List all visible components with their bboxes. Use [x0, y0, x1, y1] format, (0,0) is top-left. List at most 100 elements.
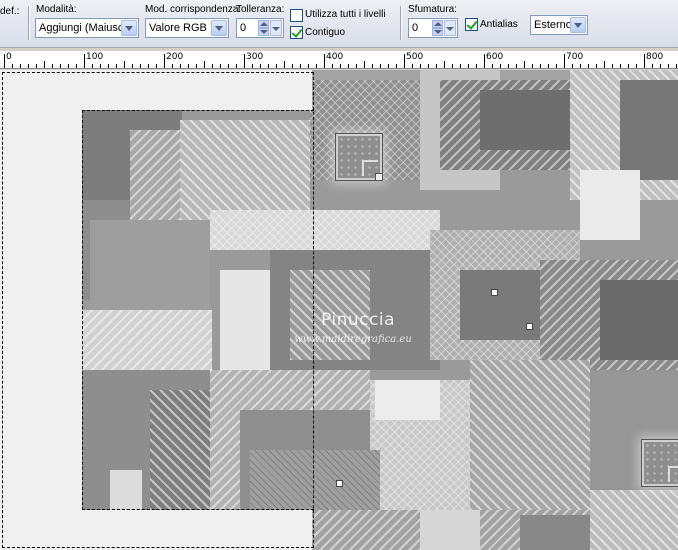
- tile-handle[interactable]: [336, 134, 383, 181]
- ruler-minor-tick: [140, 64, 141, 68]
- ruler-minor-tick: [532, 64, 533, 68]
- ruler-minor-tick: [620, 64, 621, 68]
- mode-label: Modalità:: [36, 4, 77, 15]
- ruler-major-tick: [84, 54, 85, 68]
- chevron-down-icon[interactable]: [444, 20, 456, 36]
- antialias-mode-value: Esterno: [534, 19, 572, 31]
- ruler-minor-tick: [308, 64, 309, 68]
- ruler-minor-tick: [340, 64, 341, 68]
- corner-handle[interactable]: [375, 173, 383, 181]
- ruler-minor-tick: [332, 64, 333, 68]
- ruler-minor-tick: [348, 64, 349, 68]
- ruler-tick-label: 600: [486, 52, 504, 62]
- image-block: [375, 380, 440, 420]
- ruler-tick-label: 500: [406, 52, 424, 62]
- ruler-minor-tick: [356, 64, 357, 68]
- ruler-minor-tick: [116, 64, 117, 68]
- spin-down-icon[interactable]: [258, 28, 269, 36]
- chevron-down-icon[interactable]: [211, 20, 227, 36]
- ruler-minor-tick: [108, 64, 109, 68]
- toolbar-separator: [28, 6, 29, 40]
- ruler-minor-tick: [556, 64, 557, 68]
- image-block: [590, 490, 678, 550]
- ruler-minor-tick: [652, 64, 653, 68]
- ruler-minor-tick: [540, 64, 541, 68]
- ruler-minor-tick: [276, 64, 277, 68]
- image-block: [520, 515, 590, 550]
- spin-up-icon[interactable]: [432, 20, 443, 28]
- watermark-url: www.maidiregrafica.eu: [294, 334, 412, 345]
- node-handle[interactable]: [336, 480, 343, 487]
- ruler-major-tick: [404, 54, 405, 68]
- ruler-minor-tick: [316, 64, 317, 68]
- feather-label: Sfumatura:: [408, 4, 457, 15]
- use-all-layers-label: Utilizza tutti i livelli: [305, 9, 386, 20]
- ruler-minor-tick: [580, 64, 581, 68]
- ruler-minor-tick: [204, 61, 205, 68]
- antialias-checkbox[interactable]: [465, 18, 478, 31]
- antialias-mode-select[interactable]: Esterno: [530, 15, 588, 35]
- chevron-down-icon[interactable]: [121, 20, 137, 36]
- tolerance-label: Tolleranza:: [236, 4, 285, 15]
- ruler-minor-tick: [300, 64, 301, 68]
- mode-select[interactable]: Aggiungi (Maiusc): [35, 18, 139, 38]
- ruler-minor-tick: [252, 64, 253, 68]
- ruler-minor-tick: [260, 64, 261, 68]
- ruler-minor-tick: [420, 64, 421, 68]
- ruler-major-tick: [164, 54, 165, 68]
- chevron-down-icon[interactable]: [270, 20, 282, 36]
- ruler-minor-tick: [476, 64, 477, 68]
- ruler-minor-tick: [396, 64, 397, 68]
- image-block: [470, 360, 590, 510]
- image-block: [480, 90, 570, 150]
- ruler-minor-tick: [60, 64, 61, 68]
- ruler-minor-tick: [468, 64, 469, 68]
- ruler-minor-tick: [92, 64, 93, 68]
- ruler-minor-tick: [236, 64, 237, 68]
- ruler-major-tick: [484, 54, 485, 68]
- match-mode-value: Valore RGB: [149, 22, 207, 34]
- ruler-tick-label: 800: [646, 52, 664, 62]
- ruler-minor-tick: [500, 64, 501, 68]
- contiguous-checkbox[interactable]: [290, 26, 303, 39]
- feather-value: 0: [412, 22, 419, 34]
- match-mode-select[interactable]: Valore RGB: [145, 18, 229, 38]
- ruler-minor-tick: [68, 64, 69, 68]
- image-block: [620, 80, 678, 180]
- toolbar-separator: [400, 6, 401, 40]
- tolerance-value: 0: [240, 22, 247, 34]
- feather-spinner[interactable]: 0: [408, 18, 458, 38]
- preset-label: def.:: [0, 6, 20, 17]
- watermark-title: Pinuccia: [321, 310, 395, 330]
- ruler-minor-tick: [508, 64, 509, 68]
- tool-options-bar: def.: Modalità: Aggiungi (Maiusc) Mod. c…: [0, 0, 678, 48]
- ruler-minor-tick: [636, 64, 637, 68]
- ruler-tick-label: 400: [326, 52, 344, 62]
- ruler-major-tick: [644, 54, 645, 68]
- spin-up-icon[interactable]: [258, 20, 269, 28]
- ruler-minor-tick: [452, 64, 453, 68]
- ruler-tick-label: 0: [6, 52, 12, 62]
- ruler-minor-tick: [268, 64, 269, 68]
- image-canvas[interactable]: Pinuccia www.maidiregrafica.eu: [0, 70, 678, 550]
- ruler-minor-tick: [380, 64, 381, 68]
- ruler-minor-tick: [180, 64, 181, 68]
- mode-value: Aggiungi (Maiusc): [39, 22, 128, 34]
- ruler-minor-tick: [596, 64, 597, 68]
- ruler-minor-tick: [228, 64, 229, 68]
- ruler-minor-tick: [372, 64, 373, 68]
- tolerance-spinner[interactable]: 0: [236, 18, 284, 38]
- ruler-major-tick: [244, 54, 245, 68]
- ruler-minor-tick: [588, 64, 589, 68]
- ruler-minor-tick: [668, 64, 669, 68]
- ruler-tick-label: 200: [166, 52, 184, 62]
- ruler-minor-tick: [412, 64, 413, 68]
- ruler-tick-label: 300: [246, 52, 264, 62]
- ruler-minor-tick: [572, 64, 573, 68]
- tile-handle[interactable]: [642, 440, 678, 486]
- ruler-minor-tick: [388, 64, 389, 68]
- spin-down-icon[interactable]: [432, 28, 443, 36]
- use-all-layers-checkbox[interactable]: [290, 9, 303, 22]
- chevron-down-icon[interactable]: [570, 17, 586, 33]
- node-handle[interactable]: [491, 289, 498, 296]
